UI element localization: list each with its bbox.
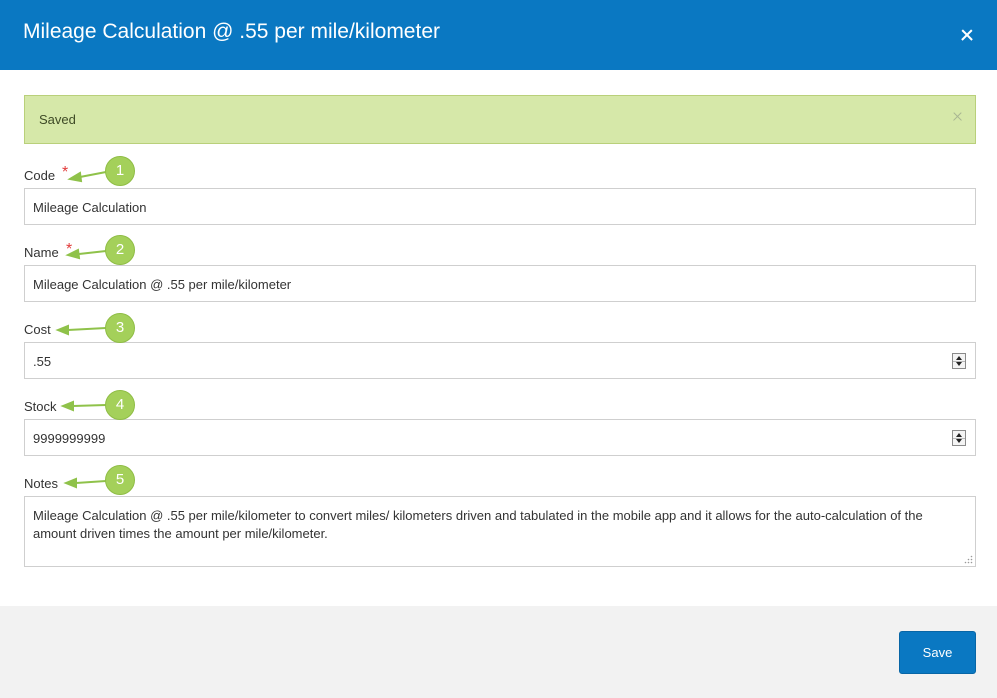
cost-value: .55 <box>33 354 52 369</box>
cost-input[interactable]: .55 <box>24 342 976 379</box>
callout-5: 5 <box>105 465 135 495</box>
cost-stepper[interactable] <box>952 353 966 369</box>
notes-textarea[interactable]: Mileage Calculation @ .55 per mile/kilom… <box>24 496 976 567</box>
modal-header: Mileage Calculation @ .55 per mile/kilom… <box>0 0 997 70</box>
close-icon[interactable] <box>958 24 980 46</box>
notes-value: Mileage Calculation @ .55 per mile/kilom… <box>33 508 923 541</box>
callout-4: 4 <box>105 390 135 420</box>
code-label: Code <box>24 168 56 183</box>
alert-message: Saved <box>39 112 76 127</box>
required-marker-name: * <box>66 241 73 258</box>
name-value: Mileage Calculation @ .55 per mile/kilom… <box>33 277 292 292</box>
stock-stepper[interactable] <box>952 430 966 446</box>
stock-label: Stock <box>24 399 57 414</box>
name-label: Name <box>24 245 59 260</box>
alert-close-icon[interactable] <box>951 109 965 123</box>
saved-alert: Saved <box>24 95 976 144</box>
callout-3: 3 <box>105 313 135 343</box>
notes-label: Notes <box>24 476 58 491</box>
callout-1: 1 <box>105 156 135 186</box>
code-value: Mileage Calculation <box>33 200 147 215</box>
save-button[interactable]: Save <box>899 631 976 674</box>
cost-label: Cost <box>24 322 51 337</box>
stepper-down-icon[interactable] <box>956 439 962 443</box>
modal-title: Mileage Calculation @ .55 per mile/kilom… <box>23 20 440 43</box>
stock-input[interactable]: 9999999999 <box>24 419 976 456</box>
stepper-down-icon[interactable] <box>956 362 962 366</box>
stock-value: 9999999999 <box>33 431 106 446</box>
stepper-up-icon[interactable] <box>956 433 962 437</box>
code-input[interactable]: Mileage Calculation <box>24 188 976 225</box>
callout-2: 2 <box>105 235 135 265</box>
required-marker-code: * <box>62 164 69 181</box>
name-input[interactable]: Mileage Calculation @ .55 per mile/kilom… <box>24 265 976 302</box>
modal-footer <box>0 606 997 698</box>
stepper-up-icon[interactable] <box>956 356 962 360</box>
resize-grip-icon[interactable] <box>964 555 973 564</box>
